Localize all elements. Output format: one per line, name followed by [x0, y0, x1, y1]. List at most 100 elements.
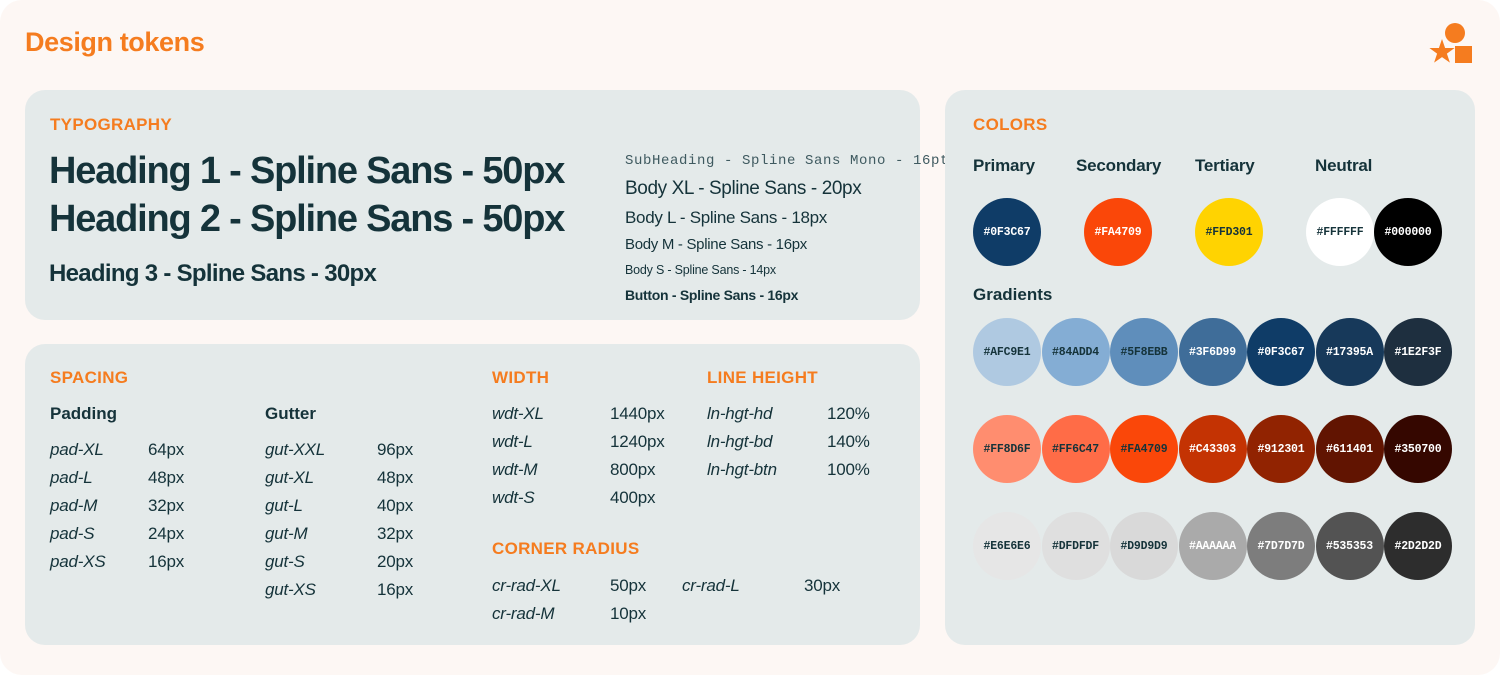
- gradient-swatch-hex: #5F8EBB: [1120, 345, 1168, 359]
- token-value: 140%: [827, 432, 870, 451]
- gradient-swatch-hex: #AFC9E1: [983, 345, 1031, 359]
- token-value: 100%: [827, 460, 870, 479]
- gradient-swatch[interactable]: #3F6D99: [1178, 318, 1247, 386]
- color-swatch[interactable]: #FA4709: [1084, 198, 1152, 266]
- body-sample-m: Body M - Spline Sans - 16px: [625, 236, 807, 253]
- token-value: 24px: [148, 524, 185, 543]
- token-row: wdt-L 1240px: [492, 428, 665, 456]
- token-name: wdt-L: [492, 432, 533, 451]
- token-name: wdt-XL: [492, 404, 544, 423]
- token-value: 96px: [377, 440, 414, 459]
- gradient-swatch-hex: #84ADD4: [1052, 345, 1099, 359]
- heading-sample-list: Heading 1 - Spline Sans - 50px Heading 2…: [49, 147, 609, 291]
- gradient-swatch-hex: #17395A: [1326, 345, 1373, 359]
- token-name: gut-S: [265, 552, 305, 571]
- color-swatch-hex: #FA4709: [1094, 225, 1142, 239]
- token-name: cr-rad-XL: [492, 576, 561, 595]
- gradient-swatch[interactable]: #350700: [1384, 415, 1452, 483]
- color-swatch[interactable]: #FFFFFF: [1306, 198, 1374, 266]
- gutter-token-group: Gutter gut-XXL 96px gut-XL 48px gut-L 40px …: [265, 404, 413, 604]
- width-section-title: WIDTH: [492, 368, 550, 387]
- typography-card: TYPOGRAPHY Heading 1 - Spline Sans - 50p…: [25, 90, 948, 320]
- token-value: 16px: [377, 580, 414, 599]
- gradient-swatch[interactable]: #611401: [1315, 415, 1384, 483]
- token-name: cr-rad-M: [492, 604, 555, 623]
- token-name: wdt-M: [492, 460, 538, 479]
- primary-swatch-row: #0F3C67 #FA4709 #FFD301 #FFFFFF #000000: [973, 198, 1453, 268]
- heading-sample-3: Heading 3 - Spline Sans - 30px: [49, 260, 377, 287]
- token-row: gut-XS 16px: [265, 576, 413, 604]
- token-name: pad-XL: [50, 440, 104, 459]
- token-row: gut-M 32px: [265, 520, 413, 548]
- corner-radius-section-title: CORNER RADIUS: [492, 539, 640, 558]
- gradient-swatch[interactable]: #DFDFDF: [1041, 512, 1110, 580]
- page-header: Design tokens: [0, 0, 1500, 90]
- gutter-token-rows: gut-XXL 96px gut-XL 48px gut-L 40px gut-M 32…: [265, 436, 413, 604]
- token-row: gut-XXL 96px: [265, 436, 413, 464]
- token-value: 800px: [610, 460, 656, 479]
- gradient-swatch[interactable]: #D9D9D9: [1110, 512, 1178, 580]
- body-sample-xl: Body XL - Spline Sans - 20px: [625, 178, 862, 199]
- token-row: pad-XS 16px: [50, 548, 184, 576]
- token-value: 64px: [148, 440, 185, 459]
- gradient-swatch[interactable]: #FF6C47: [1041, 415, 1110, 483]
- token-row: cr-rad-L 30px: [682, 572, 840, 600]
- corner-radius-left-group: cr-rad-XL 50px cr-rad-M 10px: [492, 572, 646, 628]
- color-swatch[interactable]: #FFD301: [1195, 198, 1263, 266]
- gradient-swatch[interactable]: #5F8EBB: [1110, 318, 1178, 386]
- gradients-label: Gradients: [973, 285, 1053, 304]
- token-name: pad-XS: [50, 552, 106, 571]
- token-name: pad-M: [50, 496, 98, 515]
- color-swatch[interactable]: #000000: [1374, 198, 1442, 266]
- token-row: ln-hgt-hd 120%: [707, 400, 870, 428]
- token-row: cr-rad-XL 50px: [492, 572, 646, 600]
- token-name: cr-rad-L: [682, 576, 740, 595]
- token-row: wdt-XL 1440px: [492, 400, 665, 428]
- token-name: pad-L: [50, 468, 93, 487]
- token-row: gut-XL 48px: [265, 464, 413, 492]
- gradient-swatch[interactable]: #912301: [1247, 415, 1315, 483]
- color-swatch[interactable]: #0F3C67: [973, 198, 1041, 266]
- token-value: 40px: [377, 496, 414, 515]
- gradient-swatch[interactable]: #FF8D6F: [973, 415, 1041, 483]
- gradient-swatch-hex: #FF6C47: [1052, 442, 1099, 456]
- gradient-swatch[interactable]: #0F3C67: [1247, 318, 1315, 386]
- token-row: pad-M 32px: [50, 492, 184, 520]
- spacing-card: SPACING Padding pad-XL 64px pad-L 48px pad…: [25, 344, 920, 645]
- gradient-swatch[interactable]: #AAAAAA: [1178, 512, 1247, 580]
- gradient-swatch[interactable]: #1E2F3F: [1384, 318, 1452, 386]
- gradient-swatch[interactable]: #17395A: [1315, 318, 1384, 386]
- gradient-swatch[interactable]: #E6E6E6: [973, 512, 1041, 580]
- star-icon: [1429, 39, 1455, 63]
- token-value: 32px: [148, 496, 185, 515]
- brand-logo: [1429, 22, 1475, 66]
- token-value: 120%: [827, 404, 870, 423]
- heading-sample-2: Heading 2 - Spline Sans - 50px: [49, 198, 565, 240]
- token-value: 1240px: [610, 432, 665, 451]
- token-value: 1440px: [610, 404, 665, 423]
- gradient-swatch[interactable]: #7D7D7D: [1247, 512, 1315, 580]
- gradient-swatch[interactable]: #2D2D2D: [1384, 512, 1452, 580]
- gradient-swatch[interactable]: #535353: [1315, 512, 1384, 580]
- gradient-swatch[interactable]: #FA4709: [1110, 415, 1178, 483]
- token-row: ln-hgt-btn 100%: [707, 456, 870, 484]
- color-category-labels: Primary Secondary Tertiary Neutral: [973, 156, 1453, 180]
- gradient-swatch-hex: #912301: [1257, 442, 1305, 456]
- circle-icon: [1445, 23, 1465, 43]
- gradient-swatch[interactable]: #AFC9E1: [973, 318, 1041, 386]
- body-sample-list: SubHeading - Spline Sans Mono - 16pt Bod…: [625, 148, 948, 308]
- body-sample-l: Body L - Spline Sans - 18px: [625, 208, 828, 227]
- gradient-swatch-hex: #E6E6E6: [983, 539, 1031, 553]
- gradient-row-neutral: #E6E6E6 #DFDFDF #D9D9D9 #AAAAAA #7D7D7D #5353…: [973, 512, 1453, 580]
- gradient-swatch[interactable]: #C43303: [1178, 415, 1247, 483]
- gradient-swatch-hex: #DFDFDF: [1052, 539, 1099, 553]
- token-row: gut-S 20px: [265, 548, 413, 576]
- logo-svg: [1429, 23, 1472, 63]
- token-value: 400px: [610, 488, 656, 507]
- color-swatch-hex: #0F3C67: [983, 225, 1031, 239]
- gradient-swatch[interactable]: #84ADD4: [1041, 318, 1110, 386]
- token-row: ln-hgt-bd 140%: [707, 428, 870, 456]
- token-value: 30px: [804, 576, 841, 595]
- heading-sample-1: Heading 1 - Spline Sans - 50px: [49, 150, 565, 192]
- token-name: gut-M: [265, 524, 308, 543]
